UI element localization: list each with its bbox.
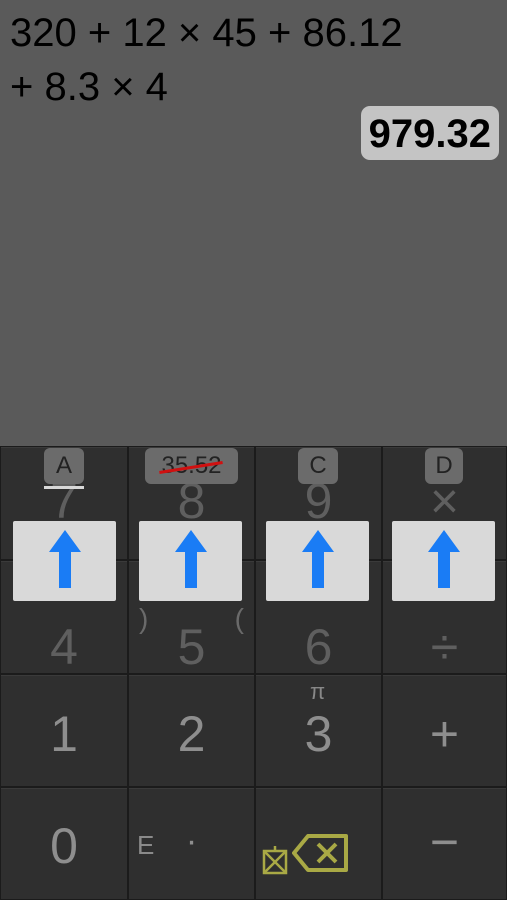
key-1[interactable]: 1 — [0, 674, 128, 787]
memory-a-label: A — [55, 452, 72, 479]
memory-b-value: 35.52 — [161, 452, 222, 479]
key-plus[interactable]: + — [382, 674, 507, 787]
key-decimal[interactable]: E · — [128, 787, 255, 900]
key-backspace[interactable] — [255, 787, 382, 900]
key-minus-label: − — [429, 813, 460, 870]
expression-line-1: 320 + 12 × 45 + 86.12 — [10, 11, 403, 55]
memory-a[interactable]: A — [44, 448, 84, 484]
exponent-label: E — [137, 830, 155, 860]
store-memory-a-button[interactable] — [13, 521, 116, 601]
key-minus[interactable]: − — [382, 787, 507, 900]
key-5-label: 5 — [177, 619, 206, 675]
key-4-label: 4 — [50, 619, 78, 675]
key-2[interactable]: 2 — [128, 674, 255, 787]
key-6-label: 6 — [304, 619, 333, 675]
backspace-icon — [292, 826, 348, 884]
expression: 320 + 12 × 45 + 86.12 + 8.3 × 4 — [10, 6, 490, 114]
key-plus-label: + — [429, 705, 460, 762]
memory-b[interactable]: 35.52 — [145, 448, 238, 484]
key-3-label: 3 — [304, 705, 333, 762]
open-paren-label: ( — [234, 603, 244, 634]
arrow-up-icon — [427, 529, 460, 593]
store-memory-d-button[interactable] — [392, 521, 495, 601]
key-0[interactable]: 0 — [0, 787, 128, 900]
key-divide-label: ÷ — [430, 619, 459, 675]
memory-a-indicator — [44, 486, 84, 489]
store-memory-b-button[interactable] — [139, 521, 242, 601]
decimal-label: · — [185, 822, 198, 860]
memory-c[interactable]: C — [298, 448, 338, 484]
clear-icon — [262, 830, 288, 888]
memory-d-label: D — [435, 452, 453, 479]
arrow-up-icon — [48, 529, 81, 593]
arrow-up-icon — [301, 529, 334, 593]
key-0-label: 0 — [50, 817, 78, 874]
key-1-label: 1 — [50, 705, 78, 762]
close-paren-label: ) — [139, 603, 149, 634]
key-2-label: 2 — [177, 705, 206, 762]
key-3[interactable]: π 3 — [255, 674, 382, 787]
store-memory-c-button[interactable] — [266, 521, 369, 601]
result-value[interactable]: 979.32 — [360, 106, 499, 160]
memory-d[interactable]: D — [425, 448, 463, 484]
display-area: 320 + 12 × 45 + 86.12 + 8.3 × 4 979.32 — [0, 0, 507, 446]
arrow-up-icon — [174, 529, 207, 593]
pi-label: π — [310, 679, 326, 704]
memory-c-label: C — [309, 452, 327, 479]
